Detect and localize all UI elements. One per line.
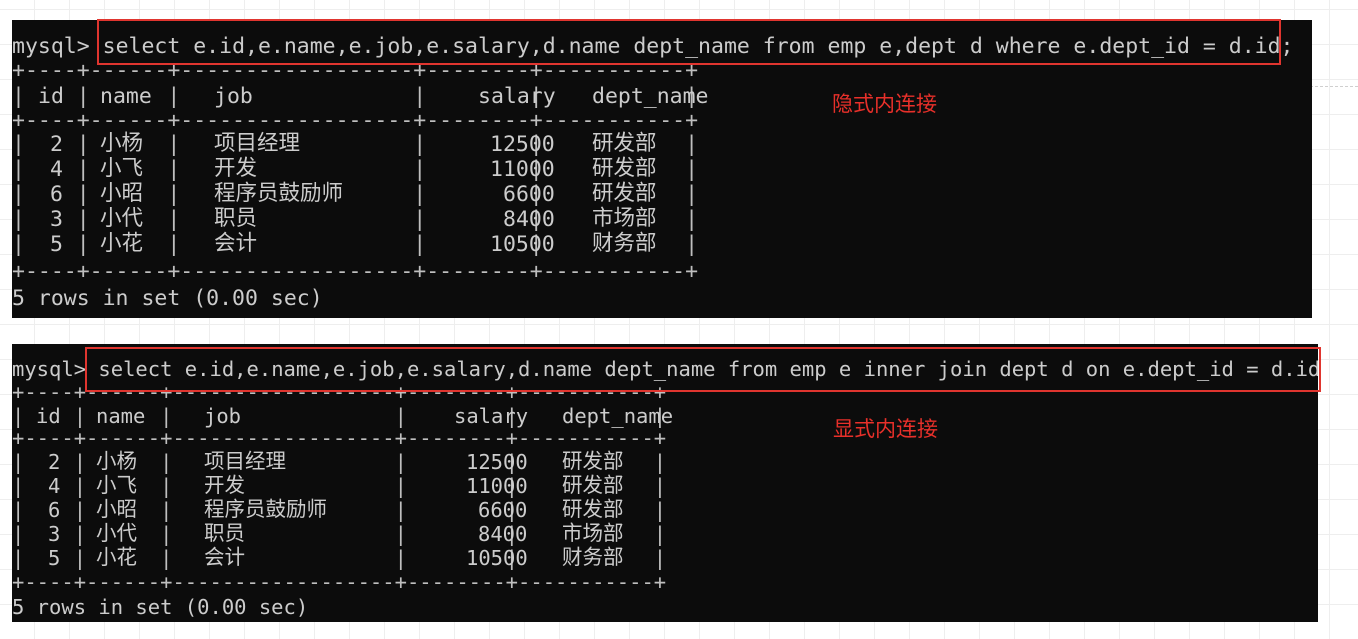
sql-query[interactable]: select e.id,e.name,e.job,e.salary,d.name… [103, 34, 1294, 59]
column-header-job: job [204, 404, 242, 428]
cell-dept-name: 研发部 [592, 181, 657, 206]
cell-job: 开发 [214, 156, 258, 181]
annotation-implicit-join: 隐式内连接 [832, 92, 937, 116]
terminal-explicit-join: mysql> select e.id,e.name,e.job,e.salary… [12, 344, 1318, 622]
cell-dept-name: 市场部 [562, 521, 624, 545]
cell-name: 小飞 [96, 473, 137, 497]
cell-name: 小昭 [100, 181, 144, 206]
mysql-prompt: mysql> [12, 357, 87, 381]
cell-job: 程序员鼓励师 [204, 497, 327, 521]
column-header-id: id [38, 84, 64, 109]
table-border-top: +----+------+------------------+--------… [12, 58, 699, 83]
cell-job: 职员 [214, 206, 258, 231]
cell-salary: 8400 [503, 207, 555, 232]
cell-dept-name: 财务部 [592, 231, 657, 256]
column-header-dept-name: dept_name [562, 404, 674, 428]
cell-job: 职员 [204, 521, 245, 545]
column-header-name: name [100, 84, 152, 109]
command-line: mysql> select e.id,e.name,e.job,e.salary… [12, 359, 1318, 380]
cell-salary: 11000 [490, 157, 555, 182]
cell-id: 5 [48, 546, 61, 570]
cell-dept-name: 研发部 [592, 156, 657, 181]
cell-job: 项目经理 [204, 449, 286, 473]
table-border-mid: +----+------+------------------+--------… [12, 426, 667, 450]
cell-id: 3 [50, 207, 63, 232]
cell-dept-name: 研发部 [592, 131, 657, 156]
column-header-id: id [36, 404, 61, 428]
mysql-prompt: mysql> [12, 34, 90, 59]
cell-name: 小花 [100, 231, 144, 256]
cell-id: 3 [48, 522, 61, 546]
cell-name: 小花 [96, 545, 137, 569]
column-header-salary: salary [478, 84, 556, 109]
cell-job: 程序员鼓励师 [214, 181, 344, 206]
cell-job: 项目经理 [214, 131, 301, 156]
cell-salary: 6600 [478, 498, 528, 522]
cell-job: 会计 [204, 545, 245, 569]
cell-id: 4 [48, 474, 61, 498]
cell-salary: 12500 [490, 132, 555, 157]
annotation-explicit-join: 显式内连接 [833, 417, 938, 441]
cell-dept-name: 研发部 [562, 497, 624, 521]
cell-salary: 10500 [466, 546, 528, 570]
cell-name: 小飞 [100, 156, 144, 181]
column-header-job: job [214, 84, 253, 109]
column-header-name: name [96, 404, 146, 428]
cell-id: 2 [48, 450, 61, 474]
cell-job: 开发 [204, 473, 245, 497]
cell-salary: 10500 [490, 232, 555, 257]
table-border-bottom: +----+------+------------------+--------… [12, 259, 699, 284]
cell-id: 6 [50, 182, 63, 207]
cell-name: 小代 [96, 521, 137, 545]
cell-name: 小杨 [96, 449, 137, 473]
cell-dept-name: 财务部 [562, 545, 624, 569]
cell-id: 4 [50, 157, 63, 182]
cell-id: 5 [50, 232, 63, 257]
table-border-top: +----+------+------------------+--------… [12, 380, 667, 404]
cell-dept-name: 研发部 [562, 473, 624, 497]
column-header-salary: salary [454, 404, 529, 428]
cell-name: 小杨 [100, 131, 144, 156]
cell-salary: 6600 [503, 182, 555, 207]
cell-dept-name: 研发部 [562, 449, 624, 473]
cell-dept-name: 市场部 [592, 206, 657, 231]
cell-id: 2 [50, 132, 63, 157]
command-line: mysql> select e.id,e.name,e.job,e.salary… [12, 36, 1293, 58]
cell-job: 会计 [214, 231, 258, 256]
table-border-bottom: +----+------+------------------+--------… [12, 570, 667, 594]
column-header-dept-name: dept_name [592, 84, 709, 109]
table-border-mid: +----+------+------------------+--------… [12, 108, 699, 133]
cell-name: 小昭 [96, 497, 137, 521]
cell-salary: 11000 [466, 474, 528, 498]
sql-query[interactable]: select e.id,e.name,e.job,e.salary,d.name… [98, 357, 1318, 381]
terminal-implicit-join: mysql> select e.id,e.name,e.job,e.salary… [12, 20, 1312, 318]
cell-name: 小代 [100, 206, 144, 231]
cell-salary: 8400 [478, 522, 528, 546]
result-footer: 5 rows in set (0.00 sec) [12, 595, 309, 619]
cell-id: 6 [48, 498, 61, 522]
result-footer: 5 rows in set (0.00 sec) [12, 286, 323, 311]
cell-salary: 12500 [466, 450, 528, 474]
